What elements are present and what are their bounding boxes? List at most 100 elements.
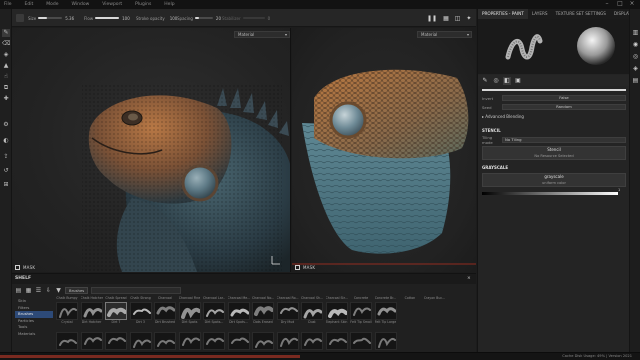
brush-thumbnail-next-row[interactable] (129, 332, 152, 350)
tab-properties-paint[interactable]: PROPERTIES - PAINT (478, 9, 528, 19)
settings-icon[interactable]: ⚙ (2, 121, 10, 129)
mask-checkbox[interactable] (295, 264, 300, 270)
brush-thumbnail[interactable]: Charcoal Ro... (277, 296, 299, 301)
brush-thumbnail[interactable]: Chalk Spread (105, 296, 127, 301)
minimize-icon[interactable]: – (604, 1, 610, 7)
brush-thumbnail-next-row[interactable] (350, 332, 372, 350)
eraser-icon[interactable]: ⌫ (2, 40, 10, 48)
size-slider[interactable] (38, 17, 63, 19)
light-icon[interactable]: ✦ (466, 15, 471, 22)
brush-thumbnail[interactable]: Concrete (350, 296, 372, 301)
polygon-fill-icon[interactable]: ▲ (2, 62, 10, 70)
grid-icon[interactable]: ▦ (25, 287, 32, 294)
menu-file[interactable]: File (4, 2, 12, 7)
brush-thumbnail[interactable]: Felt Tip Large (374, 302, 397, 325)
tab-texture-set-settings[interactable]: TEXTURE SET SETTINGS (552, 9, 610, 19)
brush-thumbnail-next-row[interactable] (178, 332, 201, 350)
grid-view-icon[interactable]: ▦ (443, 15, 449, 22)
shelf-category-materials[interactable]: Materials (15, 331, 53, 338)
brush-thumbnail[interactable]: Charcoal Lar... (203, 296, 225, 301)
list-icon[interactable]: ☰ (35, 287, 42, 294)
brush-thumbnail-next-row[interactable] (203, 332, 225, 350)
picker-icon[interactable]: ✚ (2, 95, 10, 103)
plugin-icon[interactable]: ⊞ (2, 181, 10, 189)
viewport-3d[interactable]: Material ▾ MASK (12, 28, 291, 272)
menu-edit[interactable]: Edit (25, 2, 34, 7)
size-value[interactable]: 5.36 (65, 16, 74, 21)
brush-thumbnail[interactable]: Charcoal Me... (228, 296, 250, 301)
viewport-2d[interactable]: Material ▾ MASK (292, 28, 476, 272)
spacing-slider[interactable] (194, 17, 213, 19)
stencil-resource-slot[interactable]: Stencil No Resource Selected (482, 146, 626, 160)
brush-thumbnail[interactable]: Dirt 7 (105, 302, 127, 325)
import-icon[interactable]: ⇩ (45, 287, 52, 294)
brush-icon[interactable]: ✎ (481, 77, 489, 85)
history-icon[interactable]: ↺ (2, 167, 10, 175)
menu-viewport[interactable]: Viewport (102, 2, 122, 7)
invert-field[interactable]: False (502, 95, 626, 101)
tab-layers[interactable]: LAYERS (528, 9, 552, 19)
clone-icon[interactable]: ⧉ (2, 84, 10, 92)
stencil-icon[interactable]: ◧ (503, 76, 511, 85)
flow-value[interactable]: 100 (122, 16, 130, 21)
brush-thumbnail[interactable]: Dirt Spots... (203, 302, 225, 325)
brush-thumbnail[interactable]: Dirt 3 (129, 302, 152, 325)
brushes-filter-chip[interactable]: Brushes (65, 286, 89, 294)
brush-thumbnail[interactable]: Dirt Spots... (227, 302, 250, 325)
folder-icon[interactable]: ▤ (15, 287, 22, 294)
brush-thumbnail-next-row[interactable] (374, 332, 397, 350)
flow-slider[interactable] (95, 17, 120, 19)
advanced-blending-toggle[interactable]: ▸ Advanced Blending (482, 114, 524, 119)
grayscale-value[interactable]: 1 (618, 188, 620, 192)
tool-preset[interactable] (16, 12, 26, 24)
brush-thumbnail-next-row[interactable] (80, 332, 103, 350)
brush-thumbnail-next-row[interactable] (301, 332, 323, 350)
mask-checkbox[interactable] (15, 264, 20, 270)
maximize-icon[interactable]: □ (617, 1, 623, 7)
filter-icon[interactable]: ▼ (55, 287, 62, 294)
menu-window[interactable]: Window (72, 2, 90, 7)
alpha-icon[interactable]: ◎ (492, 77, 500, 85)
brush-thumbnail[interactable]: Chalk Bumpy (56, 296, 78, 301)
camera-icon[interactable]: ◈ (632, 65, 639, 72)
brush-thumbnail[interactable]: Dots Erased (252, 302, 274, 325)
menu-help[interactable]: Help (164, 2, 174, 7)
brush-icon[interactable]: ✎ (2, 29, 10, 37)
pause-icon[interactable]: ❚❚ (427, 15, 437, 22)
brush-thumbnail[interactable]: Chalk Hatcher (81, 296, 103, 301)
brush-thumbnail[interactable]: Dirt Brushed (154, 302, 176, 325)
brush-thumbnail[interactable]: Concrete Br... (375, 296, 397, 301)
spacing-value[interactable]: 20 (216, 16, 221, 21)
brush-thumbnail[interactable]: Chalk Strong (130, 296, 152, 301)
brush-thumbnail-next-row[interactable] (325, 332, 348, 350)
brush-thumbnail-next-row[interactable] (252, 332, 274, 350)
stabilizer-slider[interactable] (242, 17, 265, 19)
brush-thumbnail-next-row[interactable] (154, 332, 176, 350)
grayscale-gradient-slider[interactable] (482, 192, 618, 195)
smudge-icon[interactable]: ☝ (2, 73, 10, 81)
menu-plugins[interactable]: Plugins (135, 2, 151, 7)
export-icon[interactable]: ⇪ (2, 153, 10, 161)
brush-thumbnail-next-row[interactable] (105, 332, 127, 350)
brush-thumbnail[interactable]: Charcoal Sh... (301, 296, 323, 301)
menu-mode[interactable]: Mode (46, 2, 58, 7)
brush-thumbnail[interactable]: Charcoal Str... (326, 296, 348, 301)
brush-thumbnail[interactable]: Dirt Hatcher (80, 302, 103, 325)
grayscale-resource-slot[interactable]: grayscale uniform color (482, 173, 626, 187)
brush-thumbnail[interactable]: Dust (301, 302, 323, 325)
shader-icon[interactable]: ▤ (632, 77, 639, 84)
brush-thumbnail[interactable]: Charcoal No... (252, 296, 274, 301)
brush-thumbnail[interactable]: Charcoal Fine (179, 296, 201, 301)
material-icon[interactable]: ▣ (514, 77, 522, 85)
close-icon[interactable]: × (629, 1, 635, 7)
brush-thumbnail[interactable]: Dirt Spots (178, 302, 201, 325)
shelf-search-input[interactable] (91, 286, 182, 294)
display-icon[interactable]: ◎ (632, 53, 639, 60)
layers-icon[interactable]: ◉ (632, 41, 639, 48)
stabilizer-value[interactable]: 0 (268, 16, 271, 21)
split-view-icon[interactable]: ◫ (455, 15, 461, 22)
close-icon[interactable]: × (467, 276, 471, 281)
flow-control[interactable]: Flow 100 (84, 12, 132, 24)
tiling-mode-select[interactable]: No Tiling (502, 137, 626, 143)
brush-thumbnail[interactable]: Felt Tip Small (350, 302, 372, 325)
